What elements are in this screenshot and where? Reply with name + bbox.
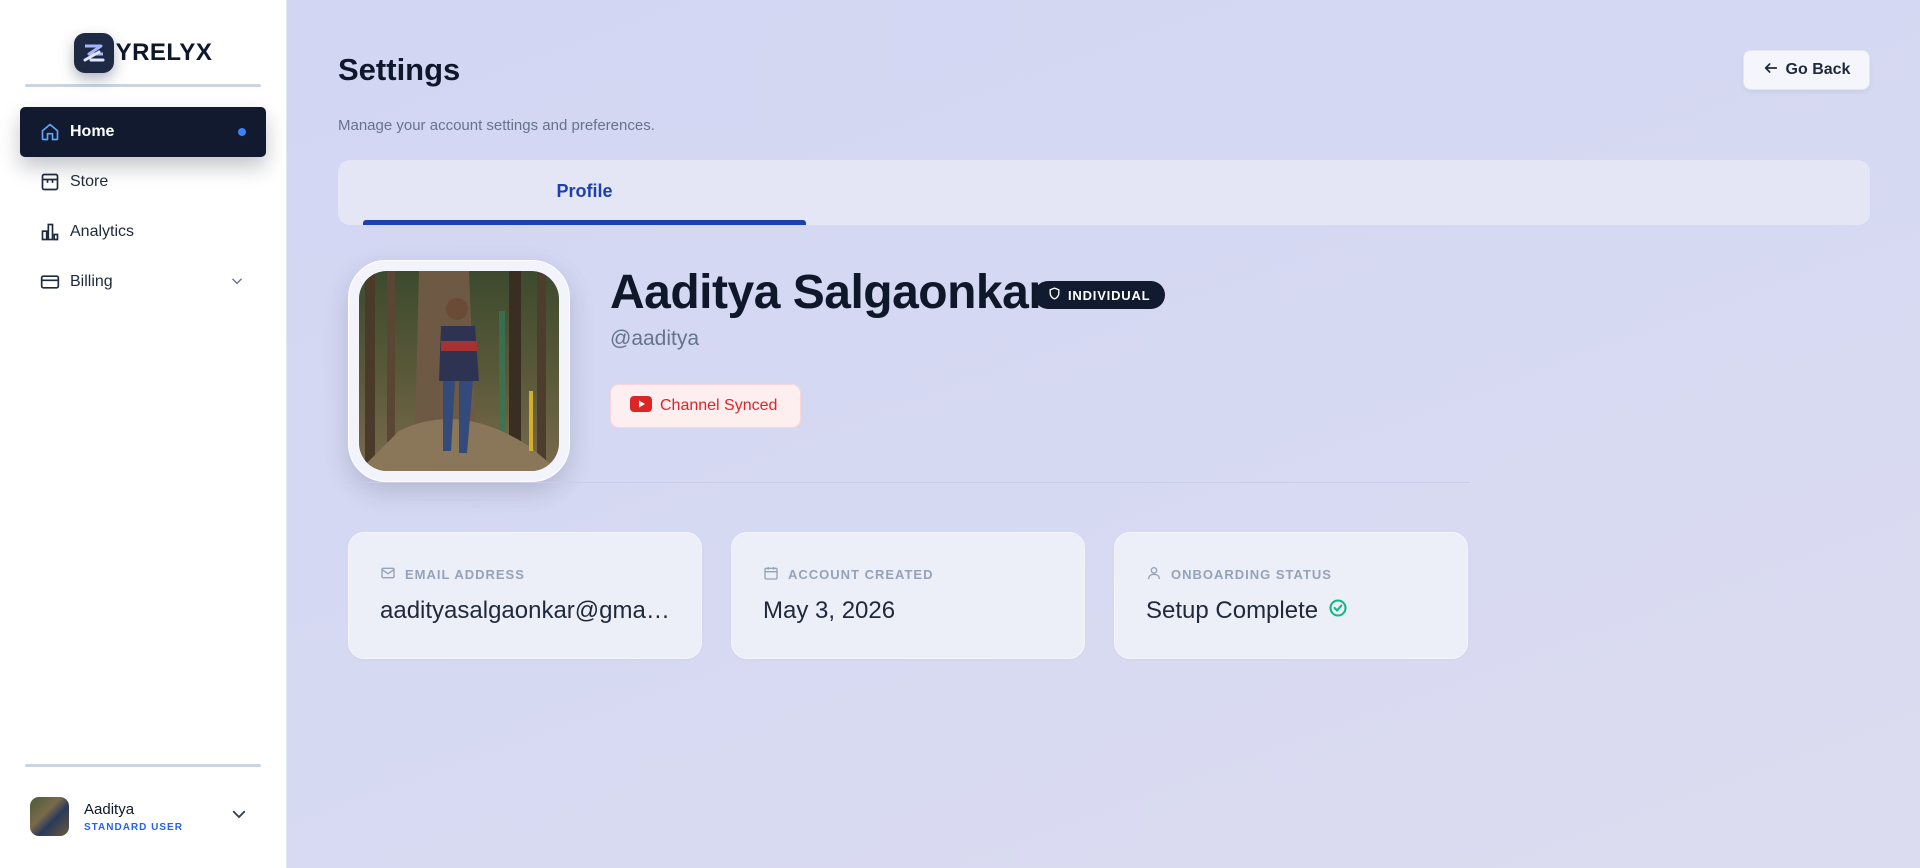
active-indicator-dot <box>238 128 246 136</box>
account-type-badge: INDIVIDUAL <box>1034 281 1166 309</box>
shield-icon <box>1048 287 1061 303</box>
section-divider <box>348 482 1470 483</box>
logo-mark-icon <box>73 33 114 73</box>
arrow-left-icon <box>1763 60 1779 81</box>
avatar <box>30 797 69 836</box>
calendar-icon <box>763 565 779 584</box>
mail-icon <box>380 565 396 584</box>
page-subtitle: Manage your account settings and prefere… <box>338 117 655 134</box>
user-menu[interactable]: Aaditya STANDARD USER <box>0 767 286 836</box>
tab-profile[interactable]: Profile <box>363 160 806 225</box>
info-cards: EMAIL ADDRESS aadityasalgaonkar@gma… ACC… <box>348 532 1468 659</box>
profile-photo[interactable] <box>348 260 570 482</box>
analytics-icon <box>40 222 60 242</box>
card-label: EMAIL ADDRESS <box>380 565 670 584</box>
sidebar-item-label: Home <box>70 123 115 140</box>
tab-active-indicator <box>363 220 806 225</box>
chevron-down-icon[interactable] <box>230 274 244 293</box>
account-type-label: INDIVIDUAL <box>1068 287 1151 303</box>
page-title: Settings <box>338 52 461 87</box>
email-label: EMAIL ADDRESS <box>405 567 525 582</box>
onboarding-status-card: ONBOARDING STATUS Setup Complete <box>1114 532 1468 659</box>
go-back-label: Go Back <box>1785 61 1851 78</box>
channel-synced-badge: Channel Synced <box>610 384 801 428</box>
profile-name: Aaditya Salgaonkar <box>610 266 1047 319</box>
profile-photo-image <box>359 271 559 471</box>
user-name: Aaditya <box>84 800 135 818</box>
home-icon <box>40 122 60 142</box>
sidebar-item-home[interactable]: Home <box>20 107 266 157</box>
chevron-down-icon[interactable] <box>230 805 248 828</box>
onboarding-status-value: Setup Complete <box>1146 597 1436 625</box>
card-label: ACCOUNT CREATED <box>763 565 1053 584</box>
sidebar-item-billing[interactable]: Billing <box>20 257 266 307</box>
sidebar-item-analytics[interactable]: Analytics <box>20 207 266 257</box>
brand-name: YRELYX <box>115 39 213 66</box>
sidebar-footer: Aaditya STANDARD USER <box>0 764 286 868</box>
go-back-button[interactable]: Go Back <box>1743 50 1870 90</box>
brand-logo[interactable]: YRELYX <box>0 0 286 84</box>
onboarding-status-text: Setup Complete <box>1146 597 1319 624</box>
account-created-value: May 3, 2026 <box>763 597 896 624</box>
main-content: Settings Manage your account settings an… <box>287 0 1920 868</box>
user-icon <box>1146 565 1162 584</box>
onboarding-status-label: ONBOARDING STATUS <box>1171 567 1332 582</box>
card-label: ONBOARDING STATUS <box>1146 565 1436 584</box>
store-icon <box>40 172 60 192</box>
tab-bar: Profile <box>338 160 1870 225</box>
sidebar-item-store[interactable]: Store <box>20 157 266 207</box>
sidebar-item-label: Store <box>70 173 109 190</box>
email-value: aadityasalgaonkar@gma… <box>380 597 670 624</box>
channel-status-label: Channel Synced <box>660 397 778 414</box>
user-info: Aaditya STANDARD USER <box>84 801 183 833</box>
app-root: YRELYX Home Store Analytics Billing Aadi… <box>0 0 1920 868</box>
profile-handle: @aaditya <box>610 327 700 350</box>
account-created-card: ACCOUNT CREATED May 3, 2026 <box>731 532 1085 659</box>
sidebar-nav: Home Store Analytics Billing <box>0 87 286 307</box>
sidebar-item-label: Analytics <box>70 223 135 240</box>
youtube-icon <box>630 395 652 417</box>
check-circle-icon <box>1328 597 1348 625</box>
email-card: EMAIL ADDRESS aadityasalgaonkar@gma… <box>348 532 702 659</box>
billing-icon <box>40 272 60 292</box>
sidebar-item-label: Billing <box>70 273 113 290</box>
user-role: STANDARD USER <box>84 821 183 833</box>
sidebar: YRELYX Home Store Analytics Billing Aadi… <box>0 0 287 868</box>
account-created-label: ACCOUNT CREATED <box>788 567 934 582</box>
